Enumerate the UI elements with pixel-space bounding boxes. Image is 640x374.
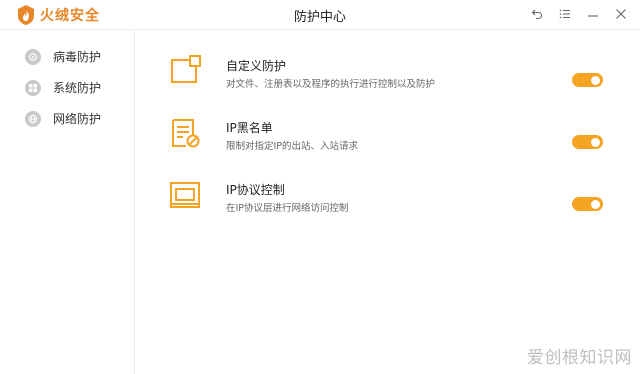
back-arrow-icon: [531, 9, 543, 20]
menu-icon: [559, 9, 570, 19]
rule-description: 对文件、注册表以及程序的执行进行控制以及防护: [226, 79, 436, 90]
rule-row-ip-blacklist: IP黑名单 限制对指定IP的出站、入站请求: [136, 103, 640, 155]
protection-rules-panel: 自定义防护 对文件、注册表以及程序的执行进行控制以及防护 IP黑名单 限制对指定…: [136, 31, 640, 374]
window-controls: [530, 7, 628, 21]
virus-protection-icon: [25, 48, 41, 65]
network-protection-icon: [25, 110, 41, 127]
title-bar: 火绒安全 防护中心: [0, 0, 640, 30]
sidebar-item-label: 网络防护: [53, 112, 102, 126]
toggle-knob: [591, 199, 600, 209]
close-button[interactable]: [614, 7, 628, 21]
ip-blacklist-icon: [172, 119, 200, 148]
system-protection-icon: [25, 79, 41, 96]
menu-button[interactable]: [558, 7, 572, 21]
toggle-knob: [591, 75, 600, 85]
ip-protocol-toggle[interactable]: [572, 197, 603, 211]
minimize-icon: [588, 15, 598, 17]
ip-protocol-icon: [170, 182, 200, 208]
sidebar-item-label: 系统防护: [53, 81, 102, 95]
rule-title: IP协议控制: [226, 183, 285, 197]
ip-blacklist-toggle[interactable]: [572, 135, 603, 149]
sidebar: 病毒防护 系统防护 网络防护: [0, 31, 135, 374]
rule-title: IP黑名单: [226, 121, 273, 135]
sidebar-item-virus-protection[interactable]: 病毒防护: [0, 41, 134, 72]
rule-row-custom-protection: 自定义防护 对文件、注册表以及程序的执行进行控制以及防护: [136, 41, 640, 93]
rule-description: 在IP协议层进行网络访问控制: [226, 203, 349, 214]
custom-protection-toggle[interactable]: [572, 73, 603, 87]
toggle-knob: [591, 137, 600, 147]
rule-row-ip-protocol-control: IP协议控制 在IP协议层进行网络访问控制: [136, 165, 640, 217]
watermark-text: 爱创根知识网: [527, 348, 632, 368]
sidebar-item-label: 病毒防护: [53, 50, 102, 64]
close-icon: [616, 9, 626, 19]
rule-title: 自定义防护: [226, 59, 287, 73]
back-button[interactable]: [530, 7, 544, 21]
sidebar-item-system-protection[interactable]: 系统防护: [0, 72, 134, 103]
rule-description: 限制对指定IP的出站、入站请求: [226, 141, 359, 152]
minimize-button[interactable]: [586, 7, 600, 21]
sidebar-item-network-protection[interactable]: 网络防护: [0, 103, 134, 134]
custom-protection-icon: [171, 55, 201, 83]
